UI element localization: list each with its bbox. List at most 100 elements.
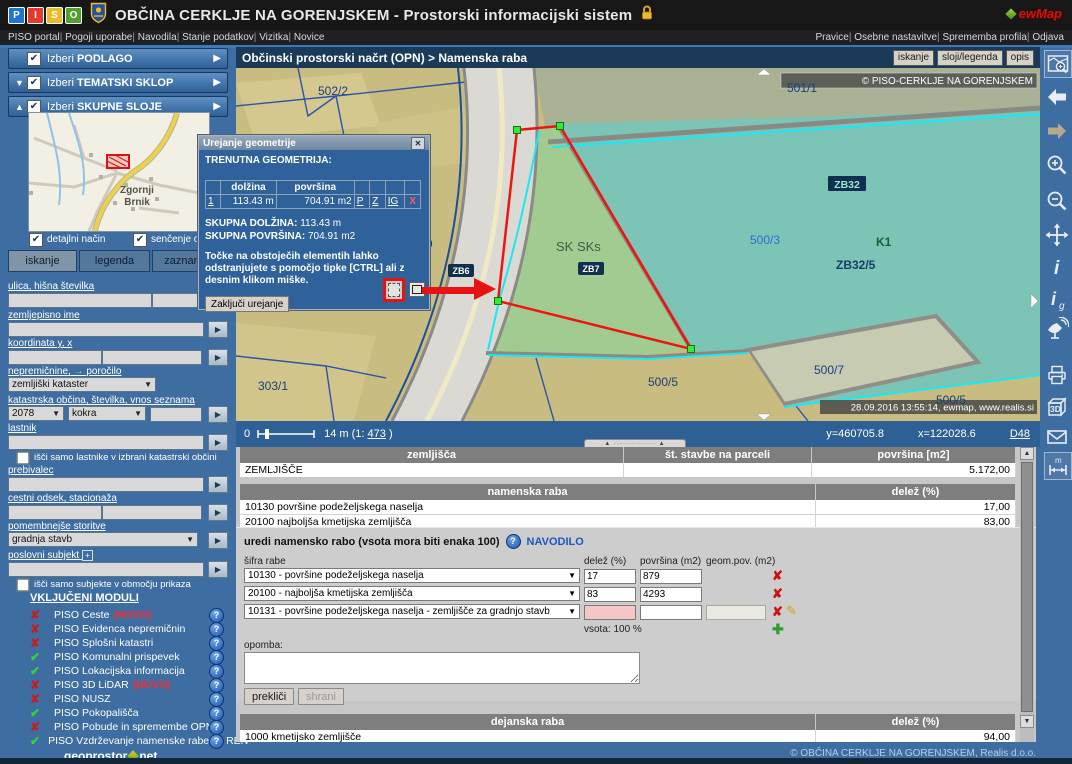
map-iskanje-button[interactable]: iskanje — [893, 50, 934, 66]
module-help-button[interactable]: ? — [209, 734, 224, 749]
sifra-rabe-select-3[interactable]: 10131 - površine podeželjskega naselja -… — [244, 604, 580, 619]
geometry-delete-link[interactable]: X — [405, 195, 421, 209]
delez-input-2[interactable] — [584, 587, 636, 602]
lastnik-input[interactable] — [8, 435, 204, 450]
sifra-rabe-select-1[interactable]: 10130 - površine podeželjskega naselja▼ — [244, 568, 580, 583]
module-help-button[interactable]: ? — [209, 650, 224, 665]
delete-row-icon[interactable]: ✘ — [772, 587, 783, 601]
opomba-textarea[interactable] — [244, 652, 640, 684]
dialog-title-bar[interactable]: Urejanje geometrije ✕ — [199, 136, 429, 150]
tab-iskanje[interactable]: iskanje — [8, 250, 77, 272]
storitve-go-button[interactable]: ▶ — [208, 532, 228, 549]
module-help-button[interactable]: ? — [209, 608, 224, 623]
cestni-odsek-input[interactable] — [8, 505, 102, 520]
ko-sifra-select[interactable]: 2078▼ — [8, 406, 64, 421]
lastnik-filter-checkbox[interactable] — [17, 452, 30, 465]
module-evidenca[interactable]: ✘ PISO Evidenca nepremičnin ? — [30, 622, 228, 636]
zemljepisno-go-button[interactable]: ▶ — [208, 321, 228, 338]
scroll-down-button[interactable]: ▼ — [1020, 715, 1034, 728]
poslovni-plus-icon[interactable]: + — [82, 550, 93, 561]
koordinata-y-input[interactable] — [8, 350, 102, 365]
module-vzdrzevanje[interactable]: ✔ PISO Vzdrževanje namenske rabe za REN … — [30, 734, 228, 748]
module-pokopalisca[interactable]: ✔ PISO Pokopališča ? — [30, 706, 228, 720]
zoom-out-button[interactable] — [1044, 188, 1070, 214]
geometry-z-link[interactable]: Z — [372, 196, 378, 207]
scale-value-link[interactable]: 473 — [368, 428, 386, 440]
module-help-button[interactable]: ? — [209, 678, 224, 693]
menu-pogoji-uporabe[interactable]: Pogoji uporabe — [60, 32, 133, 43]
poslovni-filter-checkbox[interactable] — [17, 579, 30, 592]
mail-button[interactable] — [1044, 424, 1070, 450]
finish-editing-button[interactable]: Zaključi urejanje — [205, 296, 289, 312]
nepremicnine-select[interactable]: zemljiški kataster▼ — [8, 377, 156, 392]
gps-button[interactable] — [1044, 316, 1070, 342]
module-help-button[interactable]: ? — [209, 692, 224, 707]
module-help-button[interactable]: ? — [209, 664, 224, 679]
module-piso-ceste[interactable]: ✘ PISO Ceste(NOVO) ? — [30, 608, 228, 622]
accordion-tematski-sklop[interactable]: ▼ ✔ Izberi TEMATSKI SKLOP ▶ — [8, 72, 228, 93]
poslovni-input[interactable] — [8, 562, 204, 577]
zoom-in-button[interactable] — [1044, 152, 1070, 178]
delete-row-icon[interactable]: ✘ — [772, 569, 783, 583]
zemljepisno-input[interactable] — [8, 322, 204, 337]
module-komunalni[interactable]: ✔ PISO Komunalni prispevek ? — [30, 650, 228, 664]
parcela-input[interactable] — [150, 407, 202, 422]
parcela-go-button[interactable]: ▶ — [208, 406, 228, 423]
tab-legenda[interactable]: legenda — [79, 250, 150, 272]
measure-button[interactable]: m — [1044, 452, 1072, 480]
close-icon[interactable]: ✕ — [411, 137, 425, 150]
module-3d-lidar[interactable]: ✘ PISO 3D LiDAR(NOVO) ? — [30, 678, 228, 692]
prebivalec-input[interactable] — [8, 477, 204, 492]
3d-button[interactable]: 3D — [1044, 394, 1070, 420]
module-help-button[interactable]: ? — [209, 636, 224, 651]
info-button[interactable]: i — [1044, 254, 1070, 280]
menu-novice[interactable]: Novice — [288, 32, 324, 43]
menu-vizitka[interactable]: Vizitka — [254, 32, 289, 43]
menu-stanje-podatkov[interactable]: Stanje podatkov — [177, 32, 254, 43]
povrsina-input-2[interactable] — [640, 587, 702, 602]
cestni-go-button[interactable]: ▶ — [208, 504, 228, 521]
overview-tool-button[interactable] — [1044, 50, 1072, 78]
shrani-button[interactable]: shrani — [298, 688, 344, 705]
scale-bar[interactable] — [256, 428, 318, 440]
sifra-rabe-select-2[interactable]: 20100 - najboljša kmetijska zemljišča▼ — [244, 586, 580, 601]
ulica-input[interactable] — [8, 293, 152, 308]
add-row-icon[interactable]: ✚ — [772, 622, 784, 636]
module-help-button[interactable]: ? — [209, 720, 224, 735]
ko-ime-select[interactable]: kokra▼ — [68, 406, 146, 421]
info-group-button[interactable]: i g — [1044, 286, 1070, 312]
menu-pravice[interactable]: Pravice — [815, 32, 848, 43]
polygon-tool-icon-highlighted[interactable] — [383, 278, 405, 302]
namenska-raba-row[interactable]: 10130 površine podeželjskega naselja 17,… — [240, 500, 1016, 514]
navodilo-link[interactable]: NAVODILO — [527, 536, 584, 548]
povrsina-input-1[interactable] — [640, 569, 702, 584]
delete-row-icon[interactable]: ✘ — [772, 605, 783, 619]
menu-sprememba-profila[interactable]: Sprememba profila — [937, 32, 1027, 43]
module-help-button[interactable]: ? — [209, 622, 224, 637]
geometry-p-link[interactable]: P — [357, 196, 364, 207]
preklici-button[interactable]: prekliči — [244, 688, 294, 705]
scroll-up-button[interactable]: ▲ — [1020, 447, 1034, 460]
detajlni-checkbox[interactable]: ✔ — [29, 233, 43, 247]
accordion-podlago[interactable]: ✔ Izberi PODLAGO ▶ — [8, 48, 228, 69]
module-splosni-katastri[interactable]: ✘ PISO Splošni katastri ? — [30, 636, 228, 650]
menu-navodila[interactable]: Navodila — [132, 32, 176, 43]
geometry-row-link[interactable]: 1 — [208, 196, 214, 207]
podlago-checkbox[interactable]: ✔ — [27, 52, 41, 66]
povrsina-input-3[interactable] — [640, 605, 702, 620]
pan-button[interactable] — [1044, 222, 1070, 248]
lastnik-go-button[interactable]: ▶ — [208, 434, 228, 451]
menu-odjava[interactable]: Odjava — [1027, 32, 1064, 43]
delez-input-3[interactable] — [584, 605, 636, 620]
map-sloji-legenda-button[interactable]: sloji/legenda — [937, 50, 1003, 66]
porocilo-link[interactable]: poročilo — [86, 366, 121, 377]
poslovni-go-button[interactable]: ▶ — [208, 561, 228, 578]
menu-osebne-nastavitve[interactable]: Osebne nastavitve — [849, 32, 937, 43]
overview-map[interactable]: Zgornji Brnik — [28, 112, 210, 232]
menu-piso-portal[interactable]: PISO portal — [8, 32, 60, 43]
koordinata-go-button[interactable]: ▶ — [208, 349, 228, 366]
module-help-button[interactable]: ? — [209, 706, 224, 721]
dejanska-raba-row[interactable]: 1000 kmetijsko zemljišče 94,00 — [240, 730, 1016, 742]
map-opis-button[interactable]: opis — [1006, 50, 1034, 66]
geometry-ig-link[interactable]: IG — [388, 196, 399, 207]
